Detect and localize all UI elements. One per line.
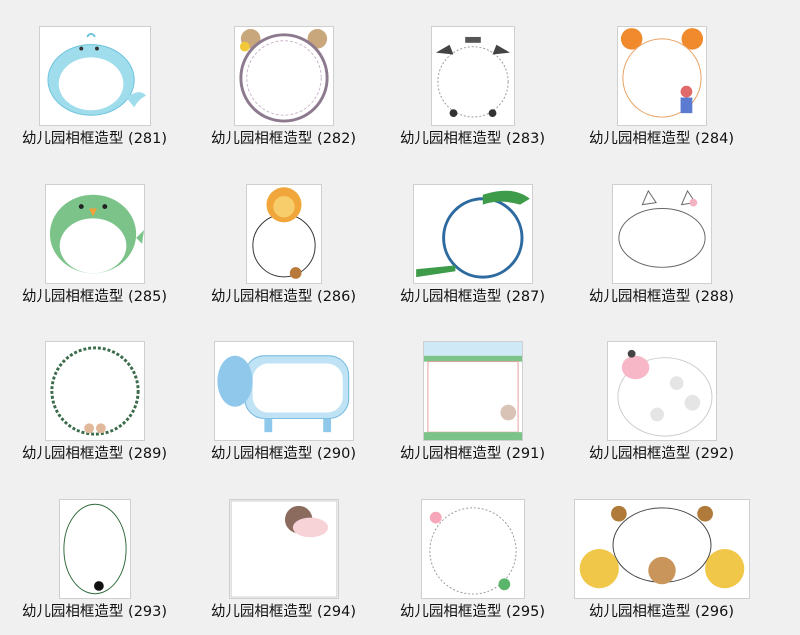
file-label: 幼儿园相框造型 (293): [21, 604, 168, 620]
file-label: 幼儿园相框造型 (287): [399, 289, 546, 305]
green-bird-frame-icon: [44, 184, 145, 284]
file-label: 幼儿园相框造型 (285): [21, 289, 168, 305]
file-label: 幼儿园相框造型 (286): [210, 289, 357, 305]
crocodile-frame-icon: [412, 184, 533, 284]
snail-frame-icon: [228, 499, 339, 599]
orange-bear-frame-icon: [616, 26, 707, 126]
file-item[interactable]: 幼儿园相框造型 (294): [189, 473, 378, 623]
file-item[interactable]: 幼儿园相框造型 (291): [378, 315, 567, 465]
file-item[interactable]: 幼儿园相框造型 (285): [0, 158, 189, 308]
file-label: 幼儿园相框造型 (288): [588, 289, 735, 305]
file-item[interactable]: 幼儿园相框造型 (286): [189, 158, 378, 308]
file-item[interactable]: 幼儿园相框造型 (292): [567, 315, 756, 465]
file-item[interactable]: 幼儿园相框造型 (295): [378, 473, 567, 623]
cat-cloud-frame-icon: [611, 184, 712, 284]
file-label: 幼儿园相框造型 (292): [588, 446, 735, 462]
file-label: 幼儿园相框造型 (284): [588, 131, 735, 147]
file-label: 幼儿园相框造型 (282): [210, 131, 357, 147]
grass-rectangle-frame-icon: [422, 341, 523, 441]
file-label: 幼儿园相框造型 (290): [210, 446, 357, 462]
file-item[interactable]: 幼儿园相框造型 (289): [0, 315, 189, 465]
cow-circle-frame-icon: [430, 26, 515, 126]
file-item[interactable]: 幼儿园相框造型 (288): [567, 158, 756, 308]
file-item[interactable]: 幼儿园相框造型 (287): [378, 158, 567, 308]
oval-cat-frame-icon: [58, 499, 131, 599]
three-bears-frame-icon: [573, 499, 750, 599]
bear-circle-frame-icon: [233, 26, 334, 126]
file-label: 幼儿园相框造型 (294): [210, 604, 357, 620]
file-item[interactable]: 幼儿园相框造型 (296): [567, 473, 756, 623]
file-grid: 幼儿园相框造型 (281) 幼儿园相框造型 (282) 幼儿园相框造型 (283…: [0, 0, 800, 635]
blue-elephant-frame-icon: [213, 341, 354, 441]
file-label: 幼儿园相框造型 (289): [21, 446, 168, 462]
file-item[interactable]: 幼儿园相框造型 (293): [0, 473, 189, 623]
lion-frame-icon: [245, 184, 322, 284]
leaf-circle-frame-icon: [44, 341, 145, 441]
file-item[interactable]: 幼儿园相框造型 (282): [189, 0, 378, 150]
file-label: 幼儿园相框造型 (283): [399, 131, 546, 147]
whale-frame-icon: [38, 26, 151, 126]
file-item[interactable]: 幼儿园相框造型 (281): [0, 0, 189, 150]
spotted-cow-frame-icon: [606, 341, 717, 441]
file-label: 幼儿园相框造型 (295): [399, 604, 546, 620]
file-label: 幼儿园相框造型 (281): [21, 131, 168, 147]
file-label: 幼儿园相框造型 (291): [399, 446, 546, 462]
file-item[interactable]: 幼儿园相框造型 (290): [189, 315, 378, 465]
file-item[interactable]: 幼儿园相框造型 (284): [567, 0, 756, 150]
file-label: 幼儿园相框造型 (296): [588, 604, 735, 620]
butterfly-circle-frame-icon: [420, 499, 525, 599]
file-item[interactable]: 幼儿园相框造型 (283): [378, 0, 567, 150]
